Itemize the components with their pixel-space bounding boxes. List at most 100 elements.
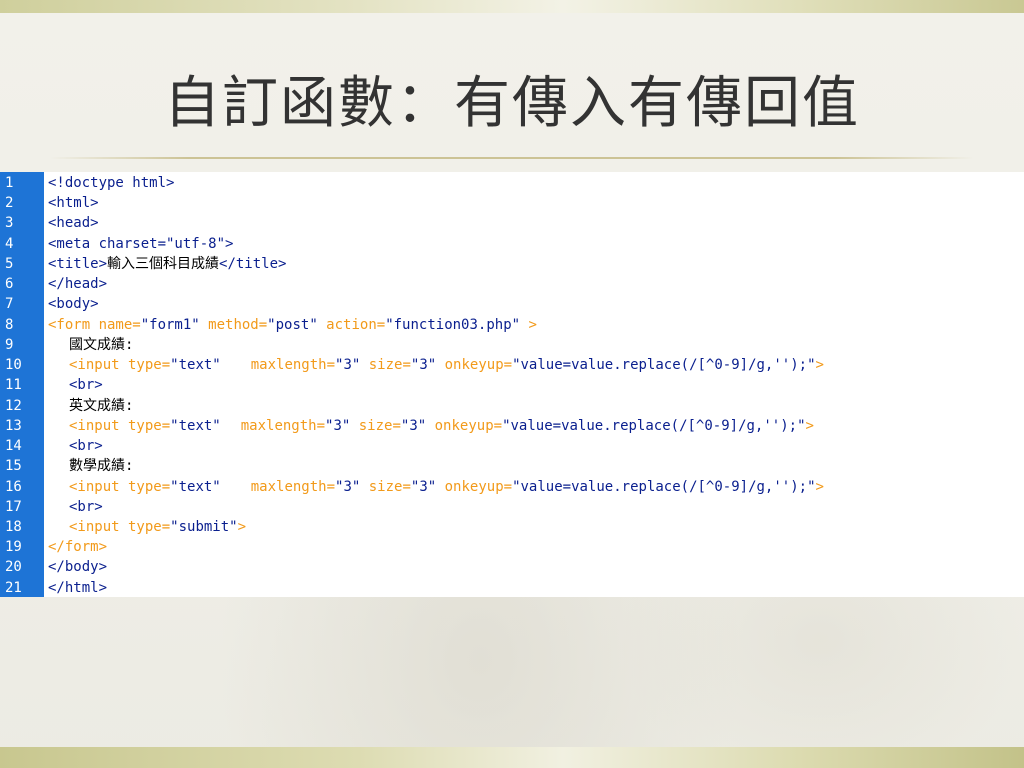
line-number: 18: [5, 518, 22, 535]
code-token: >: [805, 417, 814, 434]
code-token: onkeyup=: [436, 478, 513, 495]
code-token: size=: [360, 478, 411, 495]
code-string: "submit": [170, 518, 238, 535]
line-number: 8: [5, 316, 14, 333]
code-string: "text": [170, 417, 221, 434]
code-string: "post": [267, 316, 318, 333]
line-number: 19: [5, 539, 22, 556]
code-string: "form1": [140, 316, 200, 333]
code-line: 英文成績:: [48, 396, 1024, 416]
code-string: "3": [410, 478, 437, 495]
code-line: </body>: [48, 557, 1024, 577]
code-line: <!doctype html>: [48, 173, 1024, 193]
code-token: <body>: [48, 296, 99, 313]
code-text: 數學成績:: [69, 458, 134, 475]
line-number: 13: [5, 417, 22, 434]
code-token: >: [520, 316, 537, 333]
slide-title: 自訂函數：有傳入有傳回值: [164, 71, 860, 136]
code-token: <html>: [48, 195, 99, 212]
code-line: <body>: [48, 294, 1024, 314]
code-token: </head>: [48, 276, 108, 293]
code-line: <form name="form1" method="post" action=…: [48, 315, 1024, 335]
code-token: <title>: [48, 255, 108, 272]
code-token: maxlength=: [240, 417, 326, 434]
code-line: </head>: [48, 274, 1024, 294]
line-number: 15: [5, 458, 22, 475]
code-token: <form name=: [48, 316, 141, 333]
code-token: </title>: [219, 255, 287, 272]
code-line: <html>: [48, 193, 1024, 213]
code-string: "3": [335, 478, 361, 495]
code-line: 國文成績:: [48, 335, 1024, 355]
code-line: <br>: [48, 375, 1024, 395]
code-line: <input type="text" maxlength="3" size="3"…: [48, 477, 1024, 497]
code-text: 英文成績:: [69, 397, 134, 414]
code-line: <input type="submit">: [48, 517, 1024, 537]
code-line: <meta charset="utf-8">: [48, 234, 1024, 254]
code-token: <head>: [48, 215, 99, 232]
code-line: 數學成績:: [48, 456, 1024, 476]
title-divider: [50, 157, 974, 159]
line-number: 11: [5, 377, 22, 394]
code-string: "3": [325, 417, 351, 434]
code-token: <br>: [69, 438, 103, 455]
line-number: 1: [5, 175, 14, 191]
code-line: <br>: [48, 497, 1024, 517]
code-string: "function03.php": [385, 316, 521, 333]
code-line: <head>: [48, 213, 1024, 233]
line-number: 6: [5, 276, 14, 293]
line-number: 10: [5, 357, 22, 374]
code-string: "value=value.replace(/[^0-9]/g,'');": [502, 417, 806, 434]
code-string: "text": [170, 478, 221, 495]
code-token: size=: [350, 417, 401, 434]
line-number: 17: [5, 498, 22, 515]
code-token: onkeyup=: [436, 357, 513, 374]
line-number: 9: [5, 336, 14, 353]
code-token: <input type=: [69, 478, 171, 495]
code-token: maxlength=: [250, 478, 336, 495]
code-token: >: [815, 478, 824, 495]
code-token: method=: [199, 316, 268, 333]
line-number: 20: [5, 559, 22, 576]
code-token: <meta charset="utf-8">: [48, 235, 234, 252]
code-line: </form>: [48, 537, 1024, 557]
code-token: <!doctype html>: [48, 175, 175, 191]
line-numbers: 1 2 3 4 5 6 7 8 9 10 11 12 13 14 15 16 1…: [0, 172, 44, 597]
code-string: "3": [400, 417, 427, 434]
code-token: <br>: [69, 498, 103, 515]
code-text: 國文成績:: [69, 336, 134, 353]
code-line: <input type="text" maxlength="3" size="3"…: [48, 416, 1024, 436]
line-number: 12: [5, 397, 22, 414]
top-decorative-band: [0, 0, 1024, 13]
line-number: 5: [5, 255, 14, 272]
code-token: maxlength=: [250, 357, 336, 374]
code-token: </form>: [48, 539, 108, 556]
line-number: 14: [5, 438, 22, 455]
line-number: 7: [5, 296, 14, 313]
code-token: action=: [317, 316, 386, 333]
line-number: 16: [5, 478, 22, 495]
line-number: 2: [5, 195, 14, 212]
code-token: >: [237, 518, 247, 535]
code-token: onkeyup=: [426, 417, 503, 434]
code-string: "text": [170, 357, 221, 374]
code-line: <br>: [48, 436, 1024, 456]
code-listing: 1 2 3 4 5 6 7 8 9 10 11 12 13 14 15 16 1…: [0, 172, 1024, 597]
code-string: "value=value.replace(/[^0-9]/g,'');": [512, 478, 816, 495]
code-lines: <!doctype html> <html> <head> <meta char…: [48, 172, 1024, 597]
code-string: "3": [335, 357, 361, 374]
code-string: "3": [410, 357, 437, 374]
code-line: <input type="text" maxlength="3" size="3"…: [48, 355, 1024, 375]
code-line: <title>輸入三個科目成績</title>: [48, 254, 1024, 274]
code-token: <input type=: [69, 357, 171, 374]
line-number: 21: [5, 579, 22, 596]
code-token: <input type=: [69, 417, 171, 434]
code-token: >: [815, 357, 824, 374]
code-string: "value=value.replace(/[^0-9]/g,'');": [512, 357, 816, 374]
code-token: </html>: [48, 579, 108, 596]
line-number: 4: [5, 235, 14, 252]
code-token: <br>: [69, 377, 103, 394]
code-token: </body>: [48, 559, 108, 576]
code-line: </html>: [48, 578, 1024, 597]
line-number: 3: [5, 215, 14, 232]
